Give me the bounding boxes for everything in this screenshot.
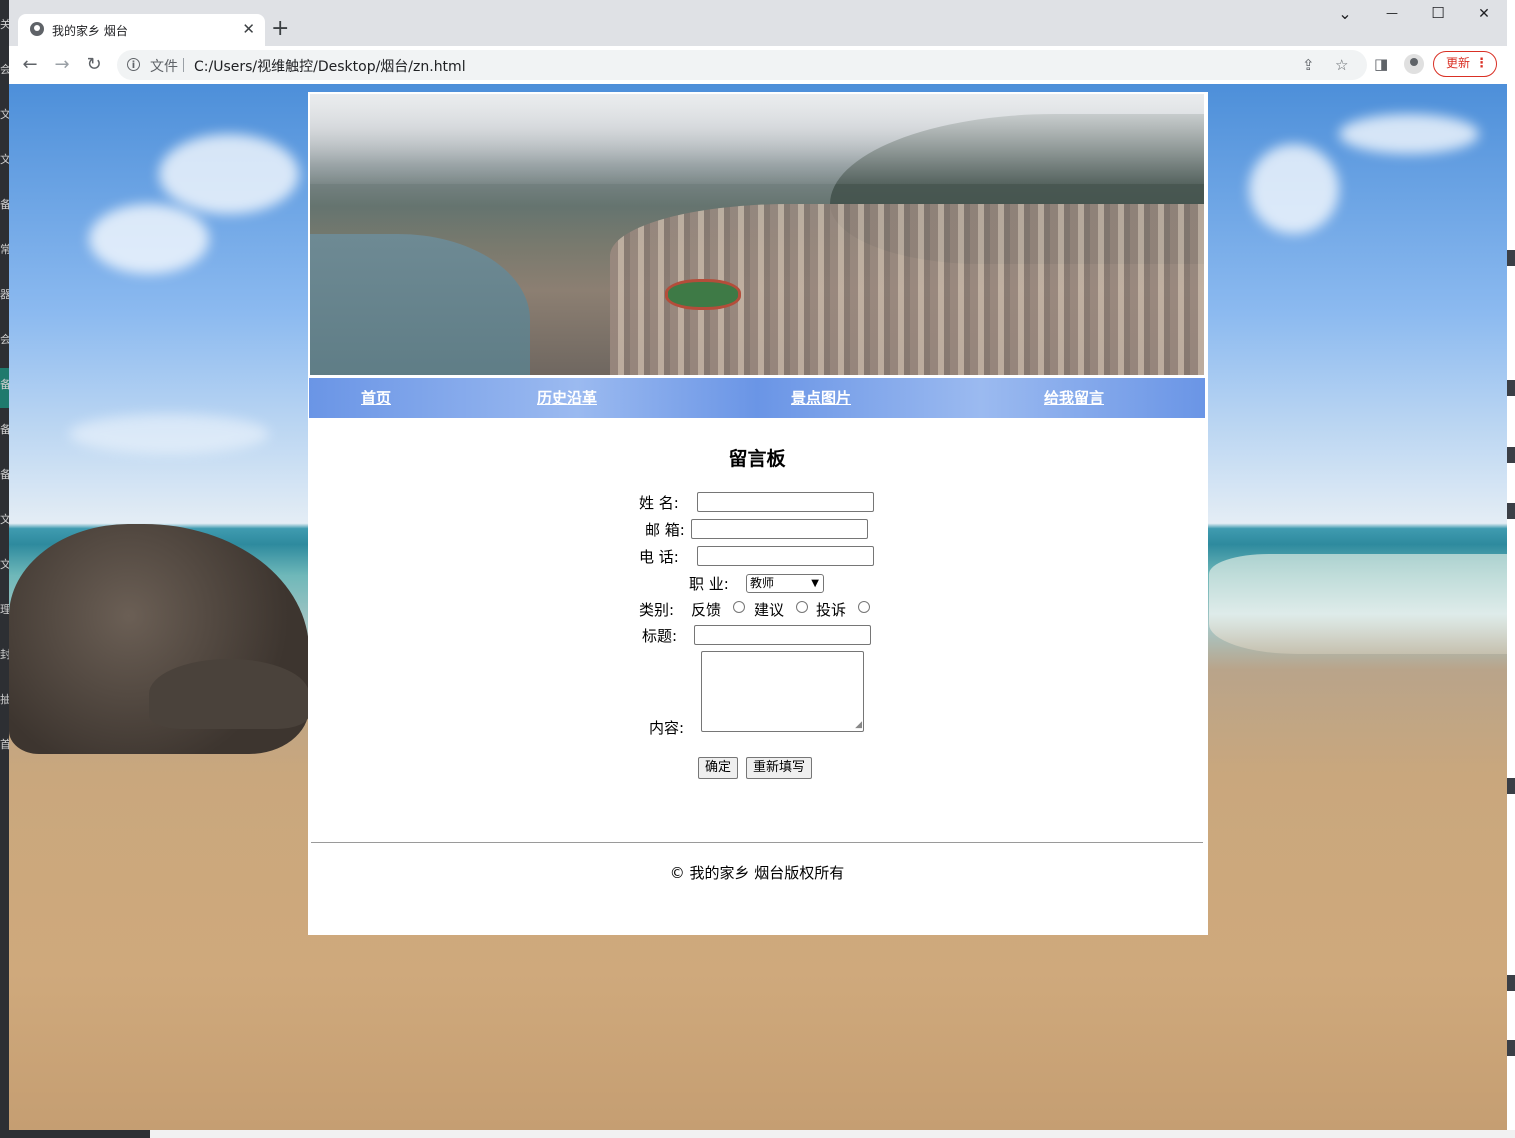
desktop-left-strip: 关 会 文 文 备 常 器 会 备 备 备 文 文 理 封 抽 首 bbox=[0, 0, 9, 1138]
tab-active[interactable]: 我的家乡 烟台 ✕ bbox=[18, 14, 265, 46]
taskbar-edge bbox=[0, 1130, 1515, 1138]
reload-button[interactable]: ↻ bbox=[83, 54, 105, 76]
waves-image bbox=[1209, 554, 1507, 654]
back-button[interactable]: ← bbox=[19, 54, 41, 76]
desktop-mark: 文 bbox=[0, 153, 9, 166]
url-text[interactable]: C:/Users/视维触控/Desktop/烟台/zn.html bbox=[194, 56, 466, 76]
cloud bbox=[159, 134, 299, 214]
nav-link-guestbook[interactable]: 给我留言 bbox=[1044, 387, 1104, 408]
desktop-mark: 首 bbox=[0, 738, 9, 751]
desktop-mark: 封 bbox=[0, 648, 9, 661]
resize-grip-icon[interactable]: ◢ bbox=[855, 721, 862, 730]
banner-image bbox=[309, 93, 1205, 376]
content-textarea[interactable]: ◢ bbox=[701, 651, 864, 732]
category-label: 类别: bbox=[639, 601, 675, 619]
desktop-right-mark bbox=[1507, 778, 1515, 794]
desktop-mark: 备 bbox=[0, 468, 9, 481]
name-input[interactable] bbox=[697, 492, 874, 512]
rocks-image bbox=[149, 659, 309, 729]
page-viewport: 首页 历史沿革 景点图片 给我留言 留言板 姓 名: 邮 箱: 电 话: 职 业… bbox=[9, 84, 1507, 1130]
desktop-mark-active: 备 bbox=[0, 368, 9, 408]
desktop-mark: 文 bbox=[0, 558, 9, 571]
forward-button[interactable]: → bbox=[51, 54, 73, 76]
job-select-value: 教师 bbox=[750, 576, 775, 590]
desktop-mark: 备 bbox=[0, 198, 9, 211]
minimize-button[interactable]: — bbox=[1377, 6, 1407, 20]
nav-link-home[interactable]: 首页 bbox=[361, 387, 391, 408]
address-bar[interactable]: i 文件 C:/Users/视维触控/Desktop/烟台/zn.html ⇪ … bbox=[117, 50, 1367, 80]
content-label: 内容: bbox=[649, 719, 685, 737]
site-info-chip[interactable]: 文件 bbox=[150, 56, 178, 76]
category-radio-complaint[interactable] bbox=[858, 601, 870, 613]
tab-search-chevron-icon[interactable]: ⌄ bbox=[1330, 4, 1360, 23]
form-title: 留言板 bbox=[728, 448, 786, 470]
email-label: 邮 箱: bbox=[645, 521, 685, 539]
menu-dots-icon[interactable]: ⋮ bbox=[1475, 52, 1488, 75]
omnibox-separator bbox=[183, 58, 184, 72]
page-container: 首页 历史沿革 景点图片 给我留言 留言板 姓 名: 邮 箱: 电 话: 职 业… bbox=[308, 92, 1208, 935]
globe-icon bbox=[30, 22, 44, 36]
job-select[interactable]: 教师 ▼ bbox=[746, 574, 824, 593]
desktop-right-mark bbox=[1507, 380, 1515, 396]
name-label: 姓 名: bbox=[639, 494, 679, 512]
browser-toolbar: ← → ↻ i 文件 C:/Users/视维触控/Desktop/烟台/zn.h… bbox=[9, 46, 1507, 84]
share-icon[interactable]: ⇪ bbox=[1302, 56, 1315, 74]
phone-label: 电 话: bbox=[639, 548, 679, 566]
desktop-right-mark bbox=[1507, 250, 1515, 266]
category-option-label: 反馈 bbox=[691, 601, 722, 619]
update-label: 更新 bbox=[1446, 56, 1471, 70]
update-button[interactable]: 更新 ⋮ bbox=[1433, 51, 1497, 77]
category-option-label: 投诉 bbox=[816, 601, 847, 619]
desktop-right-mark bbox=[1507, 503, 1515, 519]
desktop-mark: 会 bbox=[0, 63, 9, 76]
desktop-right-mark bbox=[1507, 975, 1515, 991]
new-tab-button[interactable]: + bbox=[271, 16, 289, 42]
site-nav: 首页 历史沿革 景点图片 给我留言 bbox=[309, 378, 1205, 418]
desktop-mark: 理 bbox=[0, 603, 9, 616]
maximize-button[interactable]: ☐ bbox=[1423, 4, 1453, 22]
cloud bbox=[89, 204, 209, 274]
tab-title: 我的家乡 烟台 bbox=[52, 24, 128, 38]
info-icon[interactable]: i bbox=[127, 58, 140, 71]
cloud bbox=[1339, 114, 1479, 154]
job-label: 职 业: bbox=[689, 575, 729, 593]
star-icon[interactable]: ☆ bbox=[1335, 56, 1348, 74]
footer-divider bbox=[311, 842, 1203, 843]
desktop-mark: 常 bbox=[0, 243, 9, 256]
sidebar-icon[interactable]: ◨ bbox=[1374, 55, 1388, 73]
window-close-button[interactable]: ✕ bbox=[1469, 6, 1499, 22]
desktop-mark: 文 bbox=[0, 108, 9, 121]
category-option-label: 建议 bbox=[754, 601, 785, 619]
desktop-right-mark bbox=[1507, 1040, 1515, 1056]
footer-copyright: © 我的家乡 烟台版权所有 bbox=[669, 864, 845, 882]
subject-input[interactable] bbox=[694, 625, 871, 645]
nav-link-gallery[interactable]: 景点图片 bbox=[791, 387, 851, 408]
phone-input[interactable] bbox=[697, 546, 874, 566]
category-radio-feedback[interactable] bbox=[733, 601, 745, 613]
profile-icon[interactable] bbox=[1404, 54, 1424, 74]
reset-button[interactable]: 重新填写 bbox=[746, 757, 813, 779]
chevron-down-icon: ▼ bbox=[811, 578, 819, 589]
tab-strip: 我的家乡 烟台 ✕ + ⌄ — ☐ ✕ bbox=[9, 0, 1507, 46]
nav-link-history[interactable]: 历史沿革 bbox=[537, 387, 597, 408]
email-input[interactable] bbox=[691, 519, 868, 539]
desktop-mark: 会 bbox=[0, 333, 9, 346]
tab-close-icon[interactable]: ✕ bbox=[242, 20, 255, 38]
desktop-mark: 抽 bbox=[0, 693, 9, 706]
browser-window: 我的家乡 烟台 ✕ + ⌄ — ☐ ✕ ← → ↻ i 文件 C:/Users/… bbox=[9, 0, 1507, 1130]
desktop-mark: 备 bbox=[0, 423, 9, 436]
desktop-right-mark bbox=[1507, 447, 1515, 463]
category-radio-suggestion[interactable] bbox=[796, 601, 808, 613]
cloud bbox=[69, 414, 269, 454]
desktop-mark: 器 bbox=[0, 288, 9, 301]
cloud bbox=[1249, 144, 1339, 234]
desktop-mark: 关 bbox=[0, 18, 9, 31]
desktop-mark: 文 bbox=[0, 513, 9, 526]
desktop-right-strip bbox=[1507, 0, 1515, 1138]
subject-label: 标题: bbox=[642, 627, 678, 645]
submit-button[interactable]: 确定 bbox=[698, 757, 739, 779]
